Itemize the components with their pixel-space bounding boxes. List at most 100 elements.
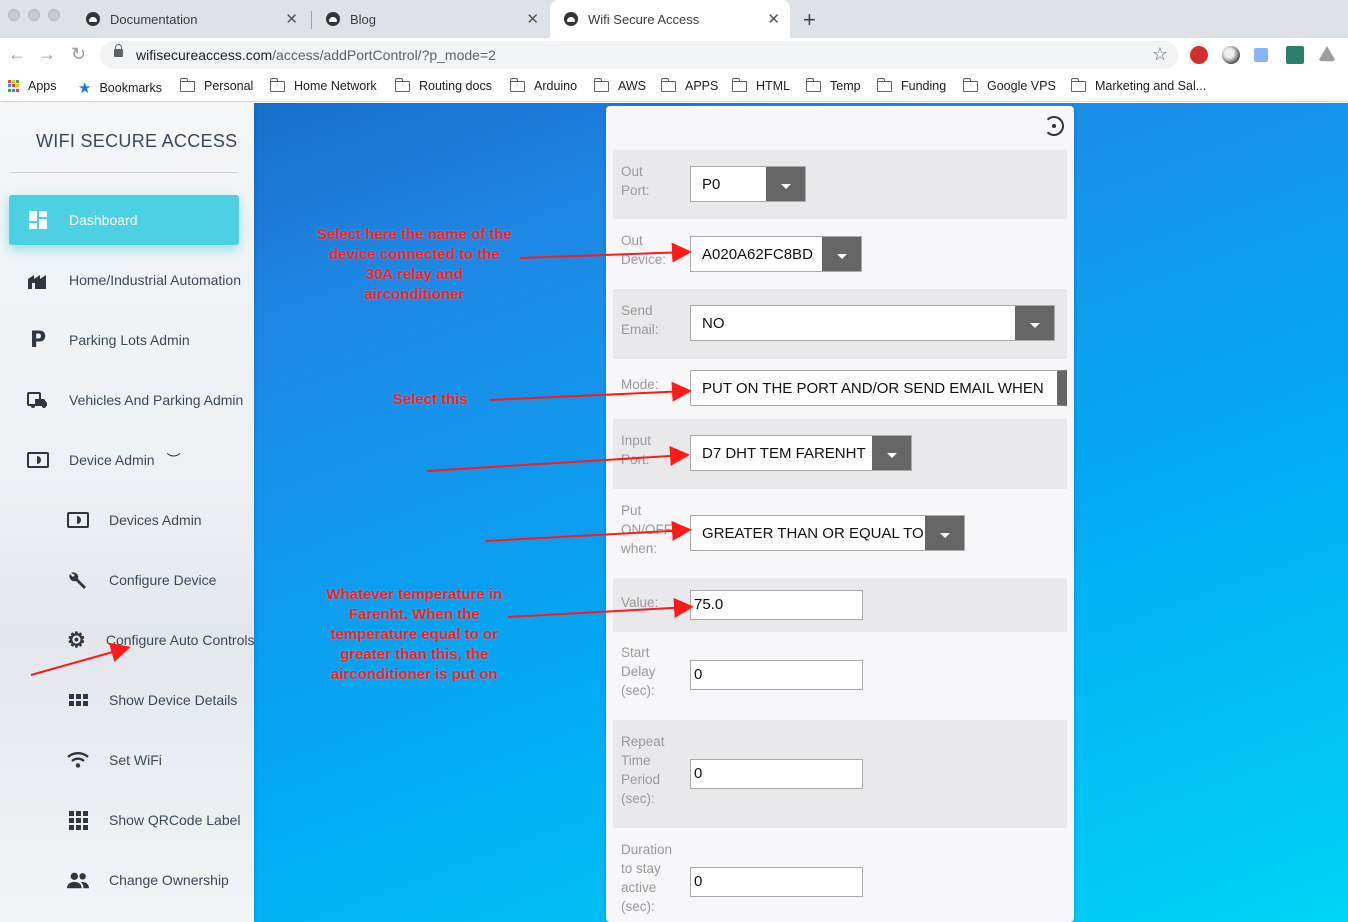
- folder-icon: [179, 77, 195, 92]
- forward-icon[interactable]: →: [38, 44, 56, 65]
- divider: [10, 172, 238, 173]
- star-icon: ★: [78, 80, 92, 97]
- wrench-icon: [67, 569, 89, 591]
- nav-show-qrcode-label[interactable]: Show QRCode Label: [9, 795, 254, 845]
- qrcode-icon: [67, 809, 89, 831]
- bookmark-folder[interactable]: HTML: [731, 77, 790, 93]
- nav-label: Show QRCode Label: [109, 812, 241, 828]
- wifi-icon: [67, 749, 89, 771]
- adblock-extension-icon[interactable]: [1190, 46, 1208, 64]
- bookmark-folder[interactable]: Routing docs: [394, 77, 492, 93]
- tab-title: Documentation: [110, 11, 198, 27]
- select-value: P0: [702, 175, 721, 193]
- start-delay-input[interactable]: 0: [690, 660, 863, 690]
- folder-icon: [394, 77, 410, 92]
- nav-dashboard[interactable]: Dashboard: [9, 195, 239, 245]
- send-email-select[interactable]: NO: [690, 305, 1055, 341]
- mode-select[interactable]: PUT ON THE PORT AND/OR SEND EMAIL WHEN: [690, 370, 1067, 406]
- close-tab-icon[interactable]: ✕: [767, 10, 780, 28]
- maximize-window-button[interactable]: [48, 9, 60, 21]
- bookmark-folder[interactable]: AWS: [593, 77, 646, 93]
- field-label: Send Email:: [621, 303, 659, 337]
- cloud-favicon-icon: [564, 12, 578, 26]
- nav-label: Home/Industrial Automation: [69, 272, 241, 288]
- folder-icon: [509, 77, 525, 92]
- nav-show-device-details[interactable]: Show Device Details: [9, 675, 254, 725]
- field-label: Mode:: [621, 377, 659, 392]
- value-input[interactable]: 75.0: [690, 590, 863, 620]
- dropbox-extension-icon[interactable]: [1254, 48, 1268, 62]
- close-tab-icon[interactable]: ✕: [526, 10, 539, 28]
- port-control-form: Out Port: P0 Out Device: A020A62FC8BD Se…: [606, 106, 1074, 922]
- bookmark-folder[interactable]: APPS: [660, 77, 718, 93]
- minimize-window-button[interactable]: [28, 9, 40, 21]
- nav-change-ownership[interactable]: Change Ownership: [9, 855, 254, 905]
- nav-device-admin[interactable]: Device Admin ︶: [9, 435, 254, 485]
- out-port-select[interactable]: P0: [690, 166, 806, 202]
- folder-icon: [805, 77, 821, 92]
- tab-title: Blog: [350, 11, 377, 27]
- input-port-select[interactable]: D7 DHT TEM FARENHT: [690, 435, 912, 471]
- bookmark-bookmarks[interactable]: ★ Bookmarks: [78, 79, 162, 97]
- nav-vehicles-and-parking-admin[interactable]: Vehicles And Parking Admin: [9, 375, 254, 425]
- chevron-down-icon[interactable]: ︶: [167, 450, 181, 470]
- close-window-button[interactable]: [8, 9, 20, 21]
- bookmark-star-icon[interactable]: ☆: [1152, 44, 1168, 65]
- close-tab-icon[interactable]: ✕: [285, 10, 298, 28]
- out-device-select[interactable]: A020A62FC8BD: [690, 236, 862, 272]
- extension-icon[interactable]: [1286, 46, 1304, 64]
- folder-icon: [269, 77, 285, 92]
- tab-documentation[interactable]: Documentation ✕: [72, 0, 308, 38]
- reset-icon[interactable]: [1044, 116, 1064, 136]
- reload-icon[interactable]: ↻: [71, 44, 86, 65]
- nav-set-wifi[interactable]: Set WiFi: [9, 735, 254, 785]
- extension-icon[interactable]: [1222, 46, 1240, 64]
- folder-icon: [731, 77, 747, 92]
- bookmark-folder[interactable]: Temp: [805, 77, 861, 93]
- cloud-favicon-icon: [86, 12, 100, 26]
- select-value: A020A62FC8BD: [702, 245, 813, 263]
- gear-icon: ⚙: [67, 628, 86, 652]
- bookmark-folder[interactable]: Arduino: [509, 77, 577, 93]
- nav-configure-auto-controls[interactable]: ⚙ Configure Auto Controls: [9, 615, 254, 665]
- bookmark-apps[interactable]: Apps: [8, 79, 57, 93]
- people-icon: [67, 869, 89, 891]
- new-tab-button[interactable]: +: [803, 7, 816, 33]
- nav-configure-device[interactable]: Configure Device: [9, 555, 254, 605]
- dropdown-caret-icon: [925, 516, 964, 550]
- put-on-off-select[interactable]: GREATER THAN OR EQUAL TO: [690, 515, 965, 551]
- bookmark-folder[interactable]: Google VPS: [962, 77, 1056, 93]
- bookmark-folder[interactable]: Home Network: [269, 77, 377, 93]
- drive-extension-icon[interactable]: [1318, 46, 1336, 62]
- nav-devices-admin[interactable]: Devices Admin: [9, 495, 254, 545]
- nav-label: Vehicles And Parking Admin: [69, 392, 244, 408]
- put-on-off-row: Put ON/OFF when: GREATER THAN OR EQUAL T…: [613, 489, 1067, 578]
- nav-parking-lots-admin[interactable]: P Parking Lots Admin: [9, 315, 254, 365]
- nav-label: Show Device Details: [109, 692, 238, 708]
- device-icon: [27, 449, 49, 471]
- tab-blog[interactable]: Blog ✕: [312, 0, 549, 38]
- nav-label: Configure Device: [109, 572, 217, 588]
- folder-icon: [1070, 77, 1086, 92]
- bookmark-folder[interactable]: Personal: [179, 77, 253, 93]
- cloud-favicon-icon: [326, 12, 340, 26]
- repeat-time-input[interactable]: 0: [690, 759, 863, 789]
- nav-home-industrial-automation[interactable]: Home/Industrial Automation: [9, 255, 254, 305]
- back-icon[interactable]: ←: [8, 44, 26, 65]
- duration-input[interactable]: 0: [690, 867, 863, 897]
- bookmark-folder[interactable]: Funding: [876, 77, 946, 93]
- field-label: Value:: [621, 595, 659, 610]
- select-value: PUT ON THE PORT AND/OR SEND EMAIL WHEN: [702, 379, 1044, 397]
- folder-icon: [593, 77, 609, 92]
- url-text: wifisecureaccess.com/access/addPortContr…: [136, 47, 496, 63]
- tab-wifi-secure-access[interactable]: Wifi Secure Access ✕: [550, 0, 790, 38]
- tab-title: Wifi Secure Access: [588, 11, 700, 27]
- url-bar[interactable]: wifisecureaccess.com/access/addPortContr…: [100, 41, 1178, 69]
- dropdown-caret-icon: [822, 237, 861, 271]
- out-device-row: Out Device: A020A62FC8BD: [613, 219, 1067, 289]
- bookmark-folder[interactable]: Marketing and Sal...: [1070, 77, 1206, 93]
- dropdown-caret-icon: [1015, 306, 1054, 340]
- parking-icon: P: [29, 327, 47, 353]
- dropdown-caret-icon: [872, 436, 911, 470]
- grid-icon: [67, 689, 89, 711]
